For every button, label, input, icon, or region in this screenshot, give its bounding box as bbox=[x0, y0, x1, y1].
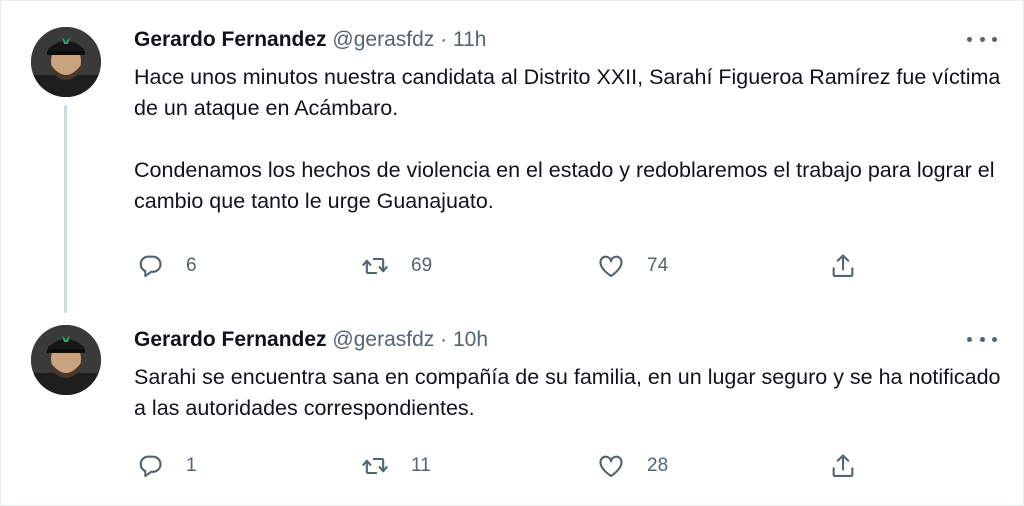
reply-icon bbox=[139, 455, 162, 478]
retweet-count: 69 bbox=[411, 255, 433, 276]
retweet-icon bbox=[362, 257, 388, 275]
share-button[interactable] bbox=[829, 452, 857, 480]
thread-line bbox=[64, 105, 67, 313]
separator-dot: · bbox=[440, 28, 448, 51]
tweet[interactable]: Gerardo Fernandez @gerasfdz · 10h Sarahi… bbox=[1, 311, 1024, 506]
timestamp[interactable]: 10h bbox=[453, 328, 488, 351]
reply-icon bbox=[139, 255, 162, 278]
more-options-icon[interactable] bbox=[967, 29, 997, 49]
share-icon bbox=[832, 254, 854, 277]
like-button[interactable]: 28 bbox=[597, 452, 668, 480]
tweet-actions: 6 69 74 bbox=[134, 252, 864, 282]
author-handle[interactable]: @gerasfdz bbox=[332, 28, 434, 51]
share-button[interactable] bbox=[829, 252, 857, 280]
like-button[interactable]: 74 bbox=[597, 252, 668, 280]
retweet-button[interactable]: 69 bbox=[361, 252, 432, 280]
separator-dot: · bbox=[440, 328, 448, 351]
avatar[interactable] bbox=[31, 27, 101, 97]
reply-button[interactable]: 6 bbox=[136, 252, 197, 280]
author-name[interactable]: Gerardo Fernandez bbox=[134, 328, 327, 351]
like-count: 28 bbox=[647, 455, 669, 476]
tweet-text: Hace unos minutos nuestra candidata al D… bbox=[134, 65, 1001, 213]
reply-button[interactable]: 1 bbox=[136, 452, 197, 480]
share-icon bbox=[832, 454, 854, 477]
like-count: 74 bbox=[647, 255, 669, 276]
author-name[interactable]: Gerardo Fernandez bbox=[134, 28, 327, 51]
tweet-text: Sarahi se encuentra sana en compañía de … bbox=[134, 365, 1001, 420]
heart-icon bbox=[599, 255, 623, 277]
tweet-header: Gerardo Fernandez @gerasfdz · 11h bbox=[134, 28, 486, 52]
author-handle[interactable]: @gerasfdz bbox=[332, 328, 434, 351]
tweet-header: Gerardo Fernandez @gerasfdz · 10h bbox=[134, 328, 488, 352]
timestamp[interactable]: 11h bbox=[453, 28, 486, 51]
retweet-icon bbox=[362, 457, 388, 475]
heart-icon bbox=[599, 455, 623, 477]
more-options-icon[interactable] bbox=[967, 329, 997, 349]
retweet-count: 11 bbox=[411, 455, 431, 476]
tweet[interactable]: Gerardo Fernandez @gerasfdz · 11h Hace u… bbox=[1, 1, 1024, 313]
retweet-button[interactable]: 11 bbox=[361, 452, 431, 480]
reply-count: 6 bbox=[186, 255, 197, 276]
reply-count: 1 bbox=[186, 455, 197, 476]
tweet-actions: 1 11 28 bbox=[134, 452, 864, 482]
avatar[interactable] bbox=[31, 325, 101, 395]
timeline: Gerardo Fernandez @gerasfdz · 11h Hace u… bbox=[0, 0, 1024, 506]
